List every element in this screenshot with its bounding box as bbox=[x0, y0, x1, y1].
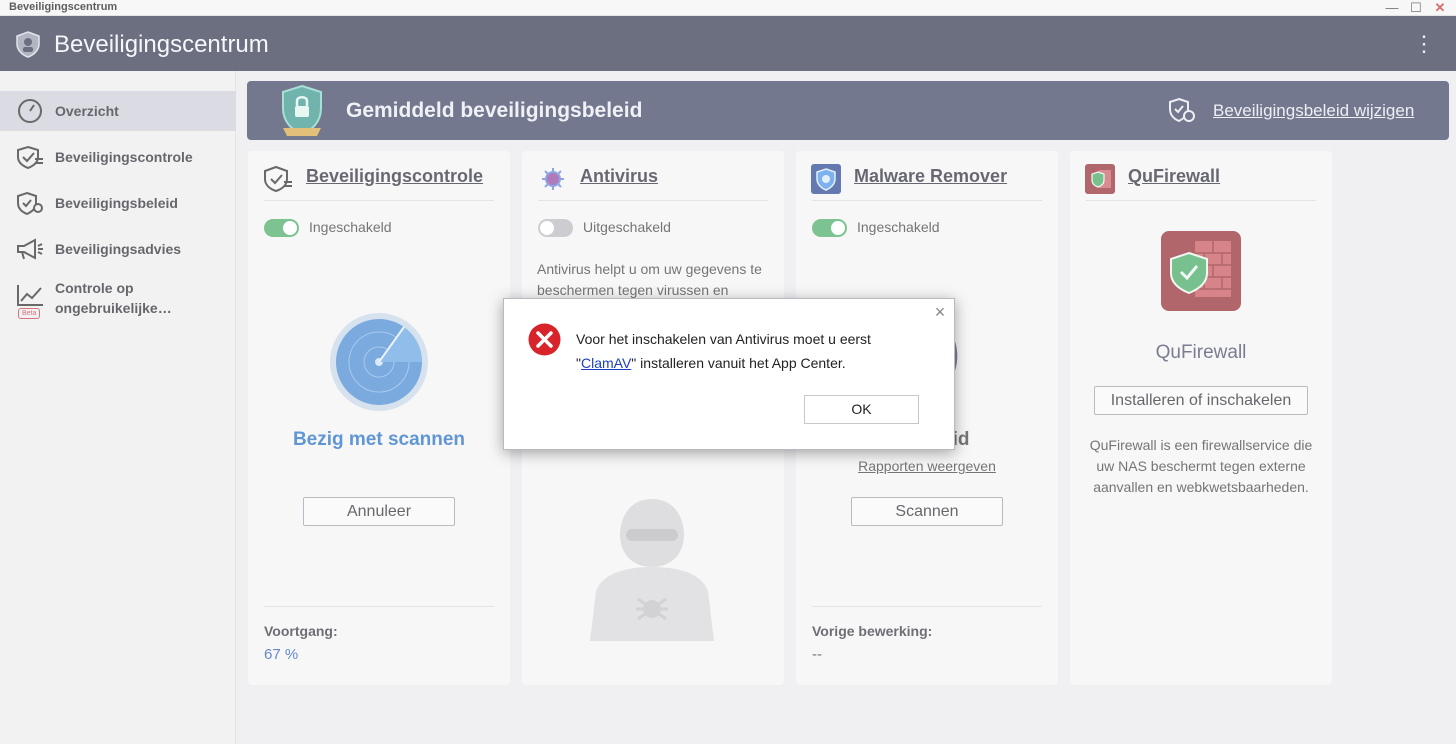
ok-button[interactable]: OK bbox=[804, 395, 919, 424]
dialog-message: Voor het inschakelen van Antivirus moet … bbox=[576, 331, 871, 371]
error-dialog: × Voor het inschakelen van Antivirus moe… bbox=[503, 298, 955, 450]
close-icon[interactable]: × bbox=[932, 303, 948, 321]
clamav-link[interactable]: ClamAV bbox=[581, 355, 631, 371]
error-icon bbox=[528, 323, 561, 356]
